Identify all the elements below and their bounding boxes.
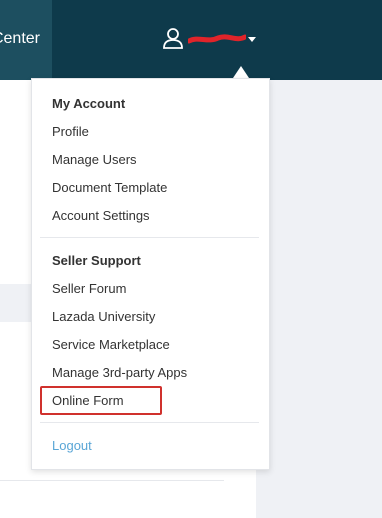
account-dropdown-menu: My Account Profile Manage Users Document… (31, 78, 270, 470)
my-account-heading: My Account (52, 96, 126, 111)
menu-item-manage-3rd-party-apps[interactable]: Manage 3rd-party Apps (52, 365, 187, 380)
redacted-username[interactable] (188, 33, 246, 45)
seller-support-heading: Seller Support (52, 253, 141, 268)
menu-item-service-marketplace[interactable]: Service Marketplace (52, 337, 170, 352)
user-icon[interactable] (162, 27, 184, 49)
menu-divider (40, 237, 259, 238)
menu-item-document-template[interactable]: Document Template (52, 180, 167, 195)
menu-item-manage-users[interactable]: Manage Users (52, 152, 137, 167)
logout-link[interactable]: Logout (52, 438, 92, 453)
menu-item-profile[interactable]: Profile (52, 124, 89, 139)
menu-item-seller-forum[interactable]: Seller Forum (52, 281, 126, 296)
menu-item-lazada-university[interactable]: Lazada University (52, 309, 155, 324)
menu-item-account-settings[interactable]: Account Settings (52, 208, 150, 223)
nav-tab-label: Center (0, 30, 40, 47)
nav-tab-center[interactable]: Center (0, 0, 52, 80)
dropdown-pointer (233, 66, 249, 78)
online-form-highlight (40, 386, 162, 415)
top-navigation-bar: Center (0, 0, 382, 80)
side-panel (256, 80, 382, 518)
chevron-down-icon[interactable] (248, 37, 256, 42)
menu-divider (40, 422, 259, 423)
